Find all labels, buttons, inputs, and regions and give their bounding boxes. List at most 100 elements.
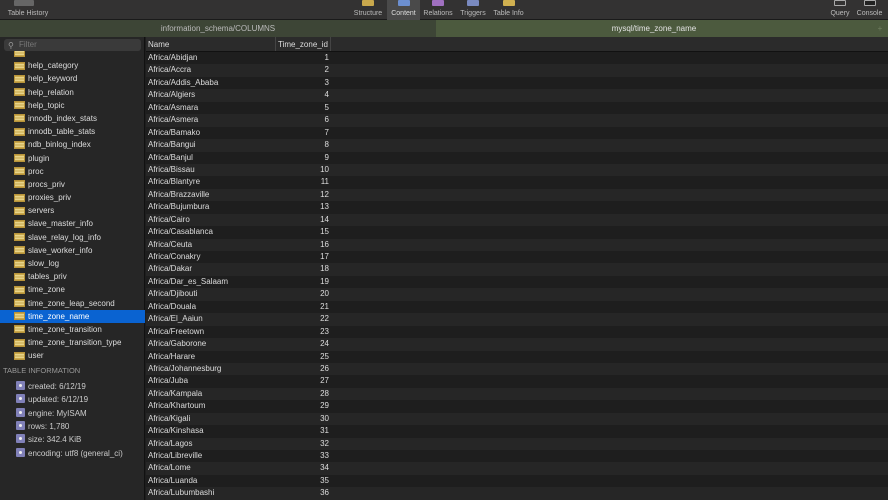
sidebar-table-item[interactable]: procs_priv: [0, 178, 145, 191]
cell-name[interactable]: Africa/Dakar: [146, 263, 276, 275]
cell-time-zone-id[interactable]: 34: [276, 462, 331, 474]
cell-time-zone-id[interactable]: 6: [276, 114, 331, 126]
table-row[interactable]: Africa/Douala 21: [146, 300, 888, 314]
sidebar-table-item[interactable]: time_zone_transition: [0, 323, 145, 336]
sidebar-table-item[interactable]: time_zone_leap_second: [0, 297, 145, 310]
cell-time-zone-id[interactable]: 8: [276, 139, 331, 151]
cell-time-zone-id[interactable]: 7: [276, 127, 331, 139]
cell-time-zone-id[interactable]: 30: [276, 413, 331, 425]
cell-time-zone-id[interactable]: 24: [276, 338, 331, 350]
cell-name[interactable]: Africa/Freetown: [146, 326, 276, 338]
add-tab-button[interactable]: +: [872, 20, 888, 37]
cell-name[interactable]: Africa/Johannesburg: [146, 363, 276, 375]
sidebar-table-item[interactable]: time_zone_name: [0, 309, 145, 323]
cell-name[interactable]: Africa/Gaborone: [146, 338, 276, 350]
sidebar-table-item[interactable]: help_keyword: [0, 72, 145, 85]
sidebar-table-item[interactable]: innodb_table_stats: [0, 125, 145, 138]
table-row[interactable]: Africa/Kigali 30: [146, 412, 888, 426]
cell-name[interactable]: Africa/Accra: [146, 64, 276, 76]
cell-name[interactable]: Africa/Kigali: [146, 413, 276, 425]
cell-name[interactable]: Africa/Khartoum: [146, 400, 276, 412]
table-row[interactable]: Africa/Kinshasa 31: [146, 425, 888, 438]
table-row[interactable]: Africa/Bissau 10: [146, 163, 888, 177]
table-row[interactable]: Africa/Blantyre 11: [146, 176, 888, 189]
cell-time-zone-id[interactable]: 31: [276, 425, 331, 437]
cell-time-zone-id[interactable]: 15: [276, 226, 331, 238]
table-row[interactable]: Africa/Harare 25: [146, 350, 888, 363]
sidebar-table-item[interactable]: time_zone_transition_type: [0, 336, 145, 349]
cell-time-zone-id[interactable]: 14: [276, 214, 331, 226]
table-row[interactable]: Africa/Lubumbashi 36: [146, 487, 888, 500]
cell-name[interactable]: Africa/Cairo: [146, 214, 276, 226]
console-button[interactable]: Console: [853, 0, 886, 20]
table-row[interactable]: Africa/Dar_es_Salaam 19: [146, 275, 888, 289]
cell-name[interactable]: Africa/Kampala: [146, 388, 276, 400]
table-row[interactable]: Africa/Asmara 5: [146, 101, 888, 115]
column-header-time-zone-id[interactable]: Time_zone_id: [276, 37, 331, 51]
cell-name[interactable]: Africa/Bangui: [146, 139, 276, 151]
sidebar-table-item[interactable]: tables_priv: [0, 270, 145, 283]
content-button[interactable]: Content: [387, 0, 420, 20]
query-button[interactable]: Query: [828, 0, 852, 20]
table-row[interactable]: Africa/Luanda 35: [146, 474, 888, 488]
table-row[interactable]: Africa/Gaborone 24: [146, 338, 888, 351]
sidebar-table-item[interactable]: servers: [0, 204, 145, 217]
table-row[interactable]: Africa/Banjul 9: [146, 151, 888, 164]
table-row[interactable]: Africa/Lome 34: [146, 462, 888, 475]
cell-name[interactable]: Africa/Abidjan: [146, 52, 276, 64]
cell-time-zone-id[interactable]: 19: [276, 276, 331, 288]
table-row[interactable]: Africa/Juba 27: [146, 375, 888, 388]
sidebar-table-item[interactable]: help_topic: [0, 99, 145, 112]
table-row[interactable]: Africa/Addis_Ababa 3: [146, 76, 888, 90]
table-row[interactable]: Africa/Johannesburg 26: [146, 362, 888, 376]
cell-time-zone-id[interactable]: 32: [276, 438, 331, 450]
cell-name[interactable]: Africa/Douala: [146, 301, 276, 313]
cell-name[interactable]: Africa/Dar_es_Salaam: [146, 276, 276, 288]
sidebar-table-item[interactable]: ndb_binlog_index: [0, 138, 145, 151]
cell-time-zone-id[interactable]: 10: [276, 164, 331, 176]
table-row[interactable]: Africa/El_Aaiun 22: [146, 313, 888, 326]
cell-name[interactable]: Africa/Bamako: [146, 127, 276, 139]
cell-name[interactable]: Africa/Libreville: [146, 450, 276, 462]
tab-information-schema-columns[interactable]: information_schema/COLUMNS: [0, 20, 436, 37]
cell-name[interactable]: Africa/Addis_Ababa: [146, 77, 276, 89]
cell-time-zone-id[interactable]: 16: [276, 239, 331, 251]
sidebar-table-item[interactable]: slave_worker_info: [0, 244, 145, 257]
sidebar-table-item[interactable]: slave_master_info: [0, 217, 145, 230]
cell-name[interactable]: Africa/Lome: [146, 462, 276, 474]
column-header-name[interactable]: Name: [146, 37, 276, 51]
cell-name[interactable]: Africa/Conakry: [146, 251, 276, 263]
cell-time-zone-id[interactable]: 1: [276, 52, 331, 64]
cell-name[interactable]: Africa/Asmara: [146, 102, 276, 114]
cell-time-zone-id[interactable]: 18: [276, 263, 331, 275]
cell-time-zone-id[interactable]: 17: [276, 251, 331, 263]
cell-name[interactable]: Africa/Kinshasa: [146, 425, 276, 437]
cell-name[interactable]: Africa/Algiers: [146, 89, 276, 101]
cell-time-zone-id[interactable]: 11: [276, 176, 331, 188]
cell-name[interactable]: Africa/Blantyre: [146, 176, 276, 188]
sidebar-table-item[interactable]: slow_log: [0, 257, 145, 270]
sidebar-table-item[interactable]: slave_relay_log_info: [0, 231, 145, 244]
table-row[interactable]: Africa/Kampala 28: [146, 387, 888, 401]
table-info-button[interactable]: Table Info: [490, 0, 527, 20]
sidebar-table-item[interactable]: help_relation: [0, 86, 145, 99]
tab-time-zone-name[interactable]: mysql/time_zone_name: [436, 20, 872, 37]
cell-time-zone-id[interactable]: 28: [276, 388, 331, 400]
table-row[interactable]: Africa/Dakar 18: [146, 263, 888, 276]
sidebar-table-item[interactable]: proc: [0, 165, 145, 178]
cell-time-zone-id[interactable]: 22: [276, 313, 331, 325]
triggers-button[interactable]: Triggers: [456, 0, 490, 20]
cell-name[interactable]: Africa/Bujumbura: [146, 201, 276, 213]
sidebar-table-item[interactable]: user: [0, 349, 145, 362]
cell-name[interactable]: Africa/Lagos: [146, 438, 276, 450]
cell-name[interactable]: Africa/Lubumbashi: [146, 487, 276, 499]
cell-name[interactable]: Africa/Harare: [146, 351, 276, 363]
cell-name[interactable]: Africa/Banjul: [146, 152, 276, 164]
sidebar-table-item[interactable]: help_category: [0, 59, 145, 72]
structure-button[interactable]: Structure: [350, 0, 386, 20]
cell-name[interactable]: Africa/Asmera: [146, 114, 276, 126]
cell-time-zone-id[interactable]: 29: [276, 400, 331, 412]
table-row[interactable]: Africa/Asmera 6: [146, 114, 888, 127]
sidebar-table-item[interactable]: plugin: [0, 152, 145, 165]
sidebar-table-item[interactable]: time_zone: [0, 283, 145, 296]
